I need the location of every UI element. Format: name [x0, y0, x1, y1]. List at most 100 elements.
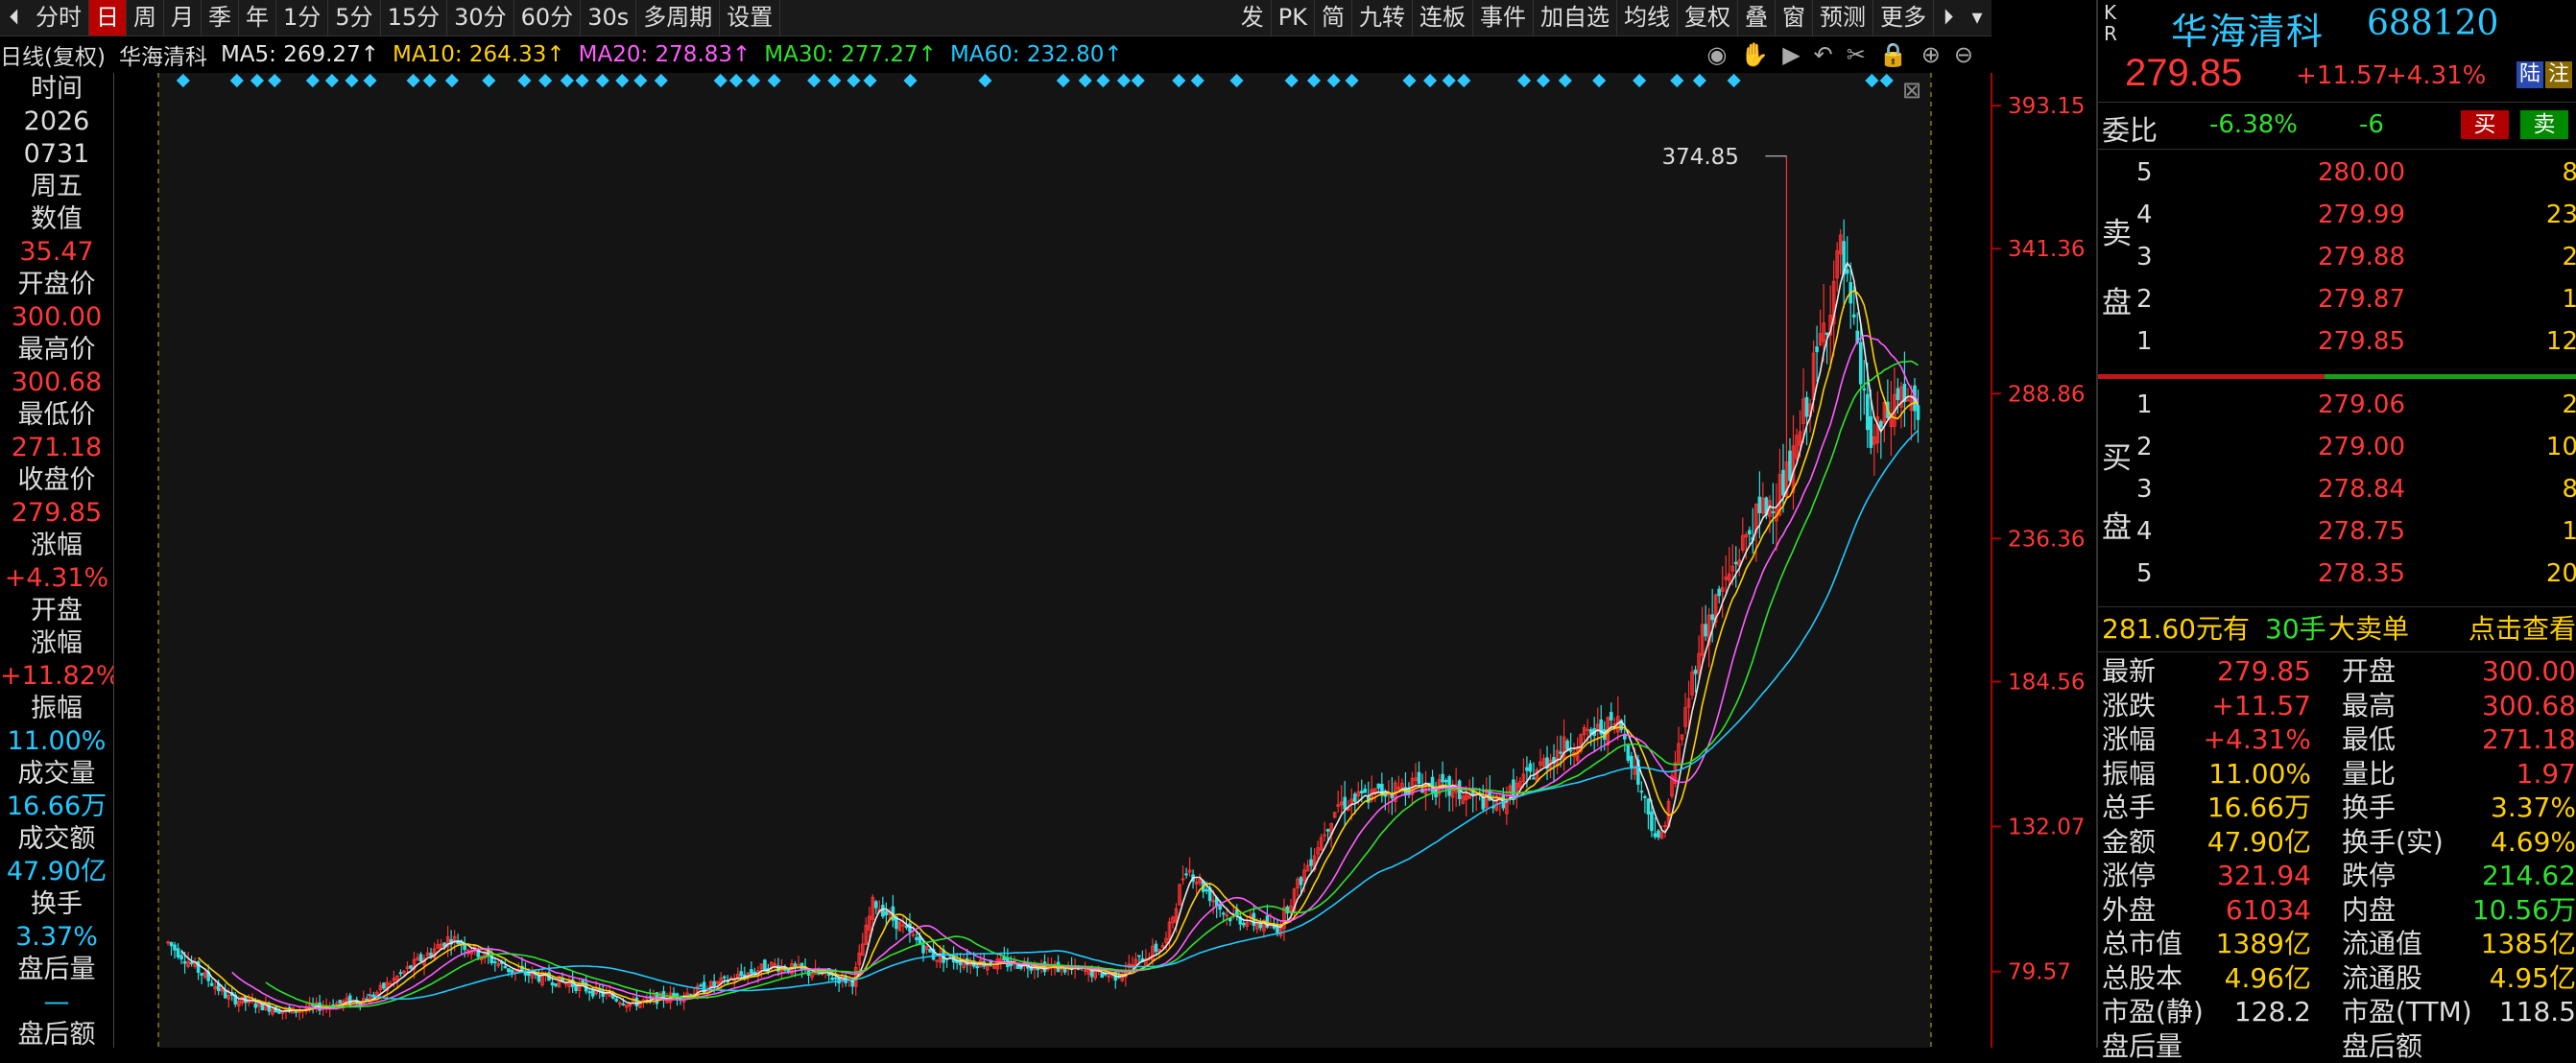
stat-label: 跌停: [2342, 860, 2397, 891]
registration-badge[interactable]: 注: [2545, 61, 2573, 88]
dropdown-icon[interactable]: ▾: [1963, 0, 1992, 35]
bids-row[interactable]: 4 278.75 1: [2136, 510, 2576, 553]
tool-button-7[interactable]: 均线: [1617, 0, 1678, 35]
undo-icon[interactable]: ↶: [1814, 41, 1833, 68]
collapse-icon[interactable]: ⏵: [1934, 0, 1963, 35]
period-tab-10[interactable]: 60分: [514, 0, 582, 35]
stat-value: 4.69%: [2491, 825, 2576, 858]
period-tab-1[interactable]: 日: [89, 0, 127, 35]
stat-value: 4.95亿: [2489, 961, 2576, 994]
tool-button-3[interactable]: 九转: [1352, 0, 1413, 35]
price-change-pct: +4.31%: [2386, 61, 2487, 90]
candle-body: [200, 973, 203, 976]
bids-row[interactable]: 5 278.35 20: [2136, 553, 2576, 595]
period-tab-3[interactable]: 月: [164, 0, 202, 35]
bar-info-row: 周五: [31, 172, 83, 201]
stat-label: 总股本: [2102, 961, 2183, 994]
candle-body: [1443, 780, 1448, 783]
tool-button-4[interactable]: 连板: [1413, 0, 1473, 35]
period-tab-12[interactable]: 多周期: [636, 0, 721, 35]
tool-button-6[interactable]: 加自选: [1534, 0, 1617, 35]
tool-button-9[interactable]: 叠: [1738, 0, 1776, 35]
tool-button-0[interactable]: 发: [1234, 0, 1272, 35]
lock-icon[interactable]: 🔒: [1879, 41, 1908, 68]
order-ratio-label: 委比: [2102, 114, 2159, 147]
stat-label: 最高: [2342, 689, 2397, 721]
zoom-out-icon[interactable]: ⊖: [1954, 41, 1973, 68]
bar-info-row: 279.85: [11, 498, 103, 528]
tool-button-11[interactable]: 预测: [1813, 0, 1873, 35]
candle-body: [975, 965, 980, 969]
asks-row[interactable]: 2 279.87 1: [2136, 278, 2576, 320]
asks-row[interactable]: 5 280.00 8: [2136, 152, 2576, 194]
stat-value: 300.68: [2482, 689, 2576, 721]
asks-row[interactable]: 1 279.85 12: [2136, 320, 2576, 363]
sell-button[interactable]: 卖: [2520, 110, 2568, 139]
period-tab-0[interactable]: 分时: [29, 0, 89, 35]
zoom-in-icon[interactable]: ⊕: [1921, 41, 1941, 68]
level-index: 3: [2136, 243, 2153, 272]
level-index: 5: [2136, 158, 2153, 187]
side-char: 盘: [2102, 510, 2132, 545]
stat-label: 流通股: [2342, 961, 2423, 994]
candle-body: [1181, 878, 1185, 881]
candle-body: [1241, 922, 1246, 926]
candle-body: [750, 969, 753, 974]
level-index: 1: [2136, 327, 2153, 356]
tool-button-10[interactable]: 窗: [1776, 0, 1813, 35]
period-label[interactable]: 日线(复权): [0, 38, 106, 71]
period-tab-8[interactable]: 15分: [381, 0, 448, 35]
candle-body: [1352, 793, 1357, 802]
candle-body: [1717, 588, 1721, 597]
tool-button-2[interactable]: 简: [1315, 0, 1352, 35]
level-price: 278.84: [2318, 475, 2405, 504]
period-tab-5[interactable]: 年: [239, 0, 276, 35]
bids-row[interactable]: 3 278.84 8: [2136, 468, 2576, 510]
period-tab-13[interactable]: 设置: [720, 0, 781, 35]
period-tab-9[interactable]: 30分: [447, 0, 514, 35]
big-order-link[interactable]: 点击查看: [2469, 607, 2576, 651]
kline-chart[interactable]: 393.15 341.36 288.86 236.36 184.56 132.07 79.5…: [115, 73, 2092, 1048]
eye-icon[interactable]: ◉: [1706, 41, 1727, 68]
asks-row[interactable]: 4 279.99 23: [2136, 194, 2576, 236]
buy-button[interactable]: 买: [2461, 110, 2509, 139]
period-tab-7[interactable]: 5分: [328, 0, 381, 35]
tool-button-8[interactable]: 复权: [1678, 0, 1738, 35]
price-row: 279.85 +11.57 +4.31% 陆 注: [2098, 48, 2576, 102]
play-icon[interactable]: ▶: [1782, 41, 1800, 68]
asks-row[interactable]: 3 279.88 2: [2136, 236, 2576, 278]
level-index: 1: [2136, 390, 2153, 419]
hk-connect-badge[interactable]: 陆: [2516, 61, 2544, 88]
close-icon[interactable]: ⊠: [1902, 77, 1921, 104]
period-tab-11[interactable]: 30s: [581, 0, 637, 35]
candle-body: [1211, 900, 1215, 903]
candle-body: [429, 953, 433, 957]
candle-body: [1733, 561, 1738, 565]
period-tab-6[interactable]: 1分: [276, 0, 329, 35]
tool-button-1[interactable]: PK: [1272, 0, 1315, 35]
candle-body: [189, 961, 194, 965]
tool-button-12[interactable]: 更多: [1873, 0, 1934, 35]
bids-row[interactable]: 2 279.00 10: [2136, 426, 2576, 468]
hand-icon[interactable]: ✋: [1740, 41, 1769, 68]
period-tab-2[interactable]: 周: [127, 0, 164, 35]
period-tab-4[interactable]: 季: [202, 0, 239, 35]
candle-body: [223, 989, 227, 999]
tool-button-5[interactable]: 事件: [1473, 0, 1534, 35]
back-arrow-icon[interactable]: ⏴: [0, 0, 29, 35]
level-volume: 8: [2562, 158, 2576, 187]
candle-body: [1532, 777, 1536, 780]
candle-body: [1851, 314, 1856, 318]
candle-body: [722, 976, 727, 979]
candle-body: [1657, 830, 1660, 838]
ma60-value: MA60: 232.80↑: [949, 42, 1123, 67]
candle-body: [1771, 510, 1776, 513]
candle-body: [1481, 796, 1486, 810]
bar-info-row: 最高价: [17, 335, 96, 365]
candle-body: [1804, 396, 1809, 417]
bids-row[interactable]: 1 279.06 2: [2136, 384, 2576, 426]
stat-value: 214.62: [2482, 860, 2576, 891]
scissors-icon[interactable]: ✂: [1847, 41, 1866, 68]
kr-badge[interactable]: KR: [2104, 2, 2117, 44]
candle-body: [1896, 388, 1900, 400]
